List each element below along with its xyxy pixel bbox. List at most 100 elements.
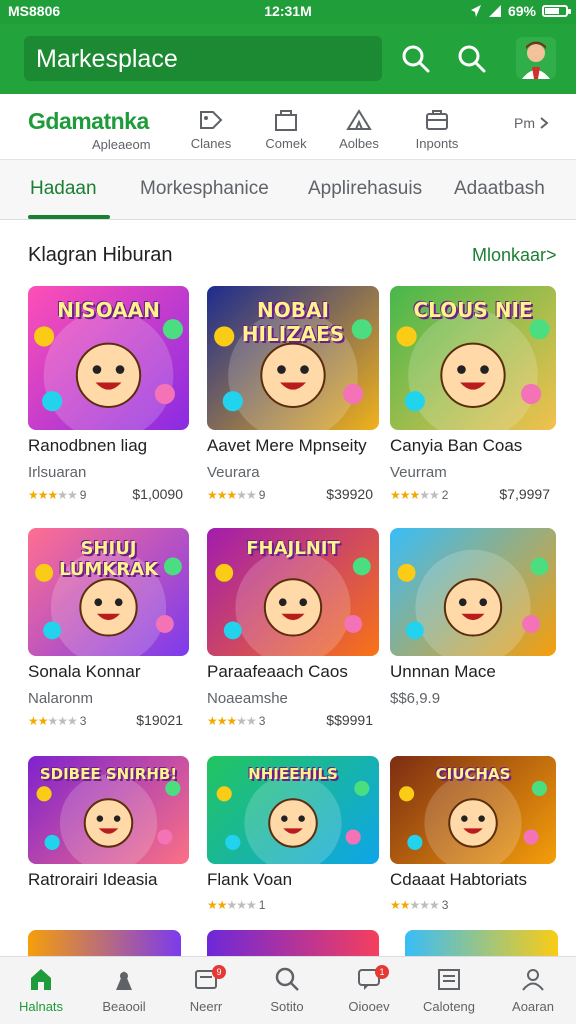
notification-badge: 9	[212, 965, 226, 979]
app-rating: ★★★★★ 1	[207, 898, 265, 912]
brand: Gdamatnka Apleaeom	[28, 108, 151, 152]
calendar-icon	[438, 969, 460, 990]
signal-icon	[488, 5, 501, 17]
nav-item-halnats[interactable]: Halnats	[5, 965, 77, 1014]
category-item[interactable]: Comek	[246, 108, 326, 151]
star-icon: ★★	[419, 488, 439, 502]
star-icon: ★★	[207, 898, 227, 912]
game-art-icon	[397, 549, 549, 656]
brand-subtitle: Apleaeom	[92, 137, 151, 152]
nav-item-neerr[interactable]: 9 Neerr	[170, 965, 242, 1014]
home-icon	[31, 969, 51, 990]
category-more-label: Pm	[514, 115, 535, 131]
nav-label: Aoaran	[512, 999, 554, 1014]
search-input[interactable]: Markesplace	[24, 36, 382, 81]
thumbnail-title: SHIUJ LUMKRAK	[58, 538, 159, 581]
app-rating: ★★★★★ 2	[390, 488, 448, 502]
tab-adaatbash[interactable]: Adaatbash	[454, 178, 545, 200]
rating-count: 9	[79, 488, 87, 502]
bottom-nav: Halnats Beaooil 9 Neerr Sotito 1 Oiooev Caloten…	[0, 956, 576, 1024]
nav-item-aoaran[interactable]: Aoaran	[497, 965, 569, 1014]
avatar[interactable]	[516, 37, 556, 79]
app-thumbnail[interactable]: FHAJLNIT	[207, 528, 379, 656]
tab-hadaan[interactable]: Hadaan	[30, 178, 97, 200]
nav-label: Caloteng	[422, 999, 476, 1014]
star-icon: ★★★	[47, 714, 78, 728]
app-developer: $$6,9.9	[390, 690, 441, 707]
rating-count: 3	[79, 714, 87, 728]
app-thumbnail[interactable]: CLOUS NIE	[390, 286, 556, 430]
search-icon[interactable]	[398, 38, 434, 78]
app-thumbnail[interactable]: CIUCHAS	[390, 756, 556, 864]
star-icon: ★★	[236, 714, 256, 728]
app-title[interactable]: Aavet Mere Mpnseity	[207, 436, 367, 456]
star-icon: ★★★	[207, 714, 237, 728]
app-price: $1,0090	[132, 486, 183, 502]
app-thumbnail[interactable]	[390, 528, 556, 656]
section-title: Klagran Hiburan	[28, 244, 173, 266]
app-thumbnail[interactable]: NOBAI HILIZAES	[207, 286, 379, 430]
nav-item-oiooev[interactable]: 1 Oiooev	[333, 965, 405, 1014]
app-thumbnail[interactable]	[405, 930, 558, 956]
app-price: $39920	[326, 486, 373, 502]
app-developer: Nalaronm	[28, 690, 94, 707]
app-developer: Veurram	[390, 464, 447, 481]
battery-icon	[542, 5, 571, 17]
briefcase-icon	[426, 110, 448, 130]
app-title[interactable]: Canyia Ban Coas	[390, 436, 522, 456]
category-label: Comek	[265, 136, 307, 151]
star-icon: ★★	[57, 488, 77, 502]
app-title[interactable]: Paraafeaach Caos	[207, 662, 348, 682]
nav-label: Halnats	[18, 999, 64, 1014]
category-item[interactable]: Inponts	[397, 108, 477, 151]
app-title[interactable]: Ranodbnen liag	[28, 436, 147, 456]
nav-label: Sotito	[270, 999, 304, 1014]
rating-count: 9	[258, 488, 266, 502]
app-title[interactable]: Unnnan Mace	[390, 662, 496, 682]
category-label: Inponts	[415, 136, 459, 151]
nav-label: Neerr	[189, 999, 223, 1014]
app-thumbnail[interactable]	[207, 930, 379, 956]
app-thumbnail[interactable]	[28, 930, 181, 956]
tab-applirehasuis[interactable]: Applirehasuis	[308, 178, 422, 200]
rating-count: 3	[258, 714, 266, 728]
search-icon	[275, 967, 299, 991]
thumbnail-title: NHIEEHILS	[248, 764, 338, 783]
person-icon	[116, 971, 132, 990]
app-developer: Veurara	[207, 464, 260, 481]
star-icon: ★★★	[409, 898, 440, 912]
category-item[interactable]: Aolbes	[319, 108, 399, 151]
app-thumbnail[interactable]: NISOAAN	[28, 286, 189, 430]
tab-morkesphanice[interactable]: Morkesphanice	[140, 178, 269, 200]
category-item[interactable]: Clanes	[171, 108, 251, 151]
app-rating: ★★★★★ 9	[28, 488, 86, 502]
nav-item-sotito[interactable]: Sotito	[251, 965, 323, 1014]
star-icon: ★★★	[28, 488, 58, 502]
app-title[interactable]: Sonala Konnar	[28, 662, 140, 682]
see-more-link[interactable]: Mlonkaar>	[472, 245, 557, 266]
thumbnail-title: NISOAAN	[57, 297, 160, 322]
nav-item-caloteng[interactable]: Caloteng	[413, 965, 485, 1014]
category-more-button[interactable]: Pm	[514, 115, 549, 131]
nav-item-beaooil[interactable]: Beaooil	[88, 965, 160, 1014]
app-thumbnail[interactable]: SDIBEE SNIRHB!	[28, 756, 189, 864]
rating-count: 1	[258, 898, 266, 912]
app-title[interactable]: Cdaaat Habtoriats	[390, 870, 527, 890]
thumbnail-title: NOBAI HILIZAES	[241, 297, 345, 346]
app-price: $$9991	[326, 712, 373, 728]
app-title[interactable]: Ratrorairi Ideasia	[28, 870, 157, 890]
battery-percent: 69%	[507, 3, 536, 19]
category-label: Aolbes	[339, 136, 379, 151]
app-title[interactable]: Flank Voan	[207, 870, 292, 890]
app-thumbnail[interactable]: SHIUJ LUMKRAK	[28, 528, 189, 656]
app-thumbnail[interactable]: NHIEEHILS	[207, 756, 379, 864]
tab-bar: Hadaan Morkesphanice Applirehasuis Adaat…	[0, 160, 576, 220]
search-icon[interactable]	[454, 38, 490, 78]
star-icon: ★★★	[390, 488, 420, 502]
app-rating: ★★★★★ 3	[28, 714, 86, 728]
tag-icon	[200, 111, 223, 129]
active-tab-indicator	[28, 215, 110, 219]
rating-count: 3	[441, 898, 449, 912]
category-label: Clanes	[190, 136, 232, 151]
status-icons: 69%	[470, 3, 571, 19]
